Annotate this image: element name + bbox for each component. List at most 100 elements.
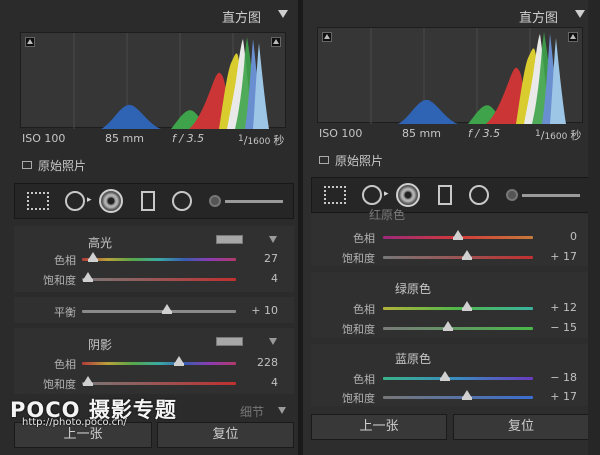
adjustment-brush-slider[interactable]: [522, 194, 580, 197]
crop-overlay-icon[interactable]: [27, 192, 49, 210]
reset-button[interactable]: 复位: [157, 422, 294, 448]
exif-aperture: f / 3.5: [468, 127, 501, 140]
shadows-collapse-icon[interactable]: [269, 338, 277, 345]
red-hue-label: 色相: [353, 232, 375, 245]
green-saturation-slider[interactable]: [383, 327, 533, 330]
red-saturation-slider[interactable]: [383, 256, 533, 259]
shadows-color-swatch[interactable]: [216, 337, 243, 346]
highlights-hue-knob[interactable]: [87, 252, 98, 262]
blue-primary-title: 蓝原色: [395, 352, 432, 366]
green-hue-slider[interactable]: [383, 307, 533, 310]
red-saturation-knob[interactable]: [462, 250, 472, 260]
balance-slider[interactable]: [82, 310, 236, 313]
green-saturation-label: 饱和度: [342, 323, 375, 336]
original-photo-checkbox[interactable]: [22, 161, 32, 169]
highlight-clipping-icon[interactable]: [568, 32, 578, 42]
red-eye-icon[interactable]: [99, 189, 123, 213]
exif-aperture: f / 3.5: [172, 132, 205, 145]
spot-arrow-icon: ▸: [87, 195, 92, 205]
detail-collapse-icon[interactable]: [278, 407, 286, 414]
shadows-hue-slider[interactable]: [82, 362, 236, 365]
red-hue-knob[interactable]: [453, 230, 463, 240]
red-hue-value[interactable]: 0: [541, 230, 577, 243]
red-saturation-label: 饱和度: [342, 252, 375, 265]
histogram-graph: [370, 28, 566, 124]
highlights-hue-slider[interactable]: [82, 258, 236, 261]
highlights-title: 高光: [88, 236, 113, 250]
exif-iso: ISO 100: [319, 127, 363, 140]
tool-strip: ▸: [311, 177, 589, 213]
reset-button[interactable]: 复位: [453, 414, 589, 440]
spot-removal-icon[interactable]: [65, 191, 85, 211]
blue-hue-knob[interactable]: [439, 371, 450, 381]
shadows-hue-value[interactable]: 228: [246, 356, 278, 369]
window-edge: [588, 0, 600, 455]
original-photo-checkbox[interactable]: [319, 156, 329, 164]
spot-arrow-icon: ▸: [384, 189, 389, 199]
highlights-saturation-knob[interactable]: [83, 272, 94, 282]
green-hue-knob[interactable]: [462, 301, 472, 311]
shadow-clipping-icon[interactable]: [322, 32, 332, 42]
highlights-hue-value[interactable]: 27: [246, 252, 278, 265]
shadows-saturation-value[interactable]: 4: [246, 376, 278, 389]
radial-filter-icon[interactable]: [172, 191, 192, 211]
green-hue-value[interactable]: + 12: [541, 301, 577, 314]
green-hue-label: 色相: [353, 303, 375, 316]
balance-value[interactable]: + 10: [246, 304, 278, 317]
crop-overlay-icon[interactable]: [324, 186, 346, 204]
blue-hue-slider[interactable]: [383, 377, 533, 380]
highlights-saturation-label: 饱和度: [43, 274, 76, 287]
watermark-url: http://photo.poco.cn/: [22, 417, 127, 428]
blue-hue-value[interactable]: − 18: [541, 371, 577, 384]
highlights-collapse-icon[interactable]: [269, 236, 277, 243]
exif-shutter: 1/1600 秒: [535, 127, 581, 143]
blue-saturation-value[interactable]: + 17: [541, 390, 577, 403]
shadows-saturation-slider[interactable]: [82, 382, 236, 385]
highlights-color-swatch[interactable]: [216, 235, 243, 244]
shadows-title: 阴影: [88, 338, 113, 352]
spot-removal-icon[interactable]: [362, 185, 382, 205]
shadows-hue-knob[interactable]: [174, 356, 185, 366]
balance-knob[interactable]: [161, 304, 172, 314]
graduated-filter-icon[interactable]: [141, 191, 155, 211]
camera-calibration-blue: 蓝原色 色相 − 18 饱和度 + 17: [311, 344, 589, 406]
blue-saturation-slider[interactable]: [383, 396, 533, 399]
shutter-unit: 秒: [570, 129, 582, 142]
shutter-unit: 秒: [273, 134, 285, 147]
shutter-denominator: 1600: [247, 137, 271, 147]
original-photo-label: 原始照片: [335, 154, 384, 168]
shutter-denominator: 1600: [544, 132, 568, 142]
radial-filter-icon[interactable]: [469, 185, 489, 205]
adjustment-brush-slider[interactable]: [225, 200, 283, 203]
green-saturation-value[interactable]: − 15: [541, 321, 577, 334]
previous-button[interactable]: 上一张: [311, 414, 447, 440]
shadows-hue-label: 色相: [54, 358, 76, 371]
green-saturation-knob[interactable]: [442, 321, 453, 331]
shadows-saturation-label: 饱和度: [43, 378, 76, 391]
shadows-saturation-knob[interactable]: [83, 376, 94, 386]
red-primary-title: 红原色: [369, 208, 406, 222]
collapse-histogram-icon[interactable]: [575, 10, 585, 18]
adjustment-brush-icon[interactable]: [506, 189, 518, 201]
split-toning-shadows: 阴影 色相 228 饱和度 4: [14, 328, 294, 394]
red-eye-icon[interactable]: [396, 183, 420, 207]
histogram: [20, 32, 286, 129]
histogram-graph: [73, 33, 269, 129]
tool-strip: ▸: [14, 183, 294, 219]
highlight-clipping-icon[interactable]: [271, 37, 281, 47]
split-toning-balance: 平衡 + 10: [14, 297, 294, 323]
histogram-title: 直方图: [519, 11, 559, 26]
original-photo-label: 原始照片: [38, 159, 87, 173]
camera-calibration-red: 红原色 色相 0 饱和度 + 17: [311, 208, 589, 266]
highlights-saturation-slider[interactable]: [82, 278, 236, 281]
blue-saturation-knob[interactable]: [462, 390, 472, 400]
detail-section-title[interactable]: 细节: [240, 403, 264, 420]
collapse-histogram-icon[interactable]: [278, 10, 288, 18]
histogram: [317, 27, 583, 124]
graduated-filter-icon[interactable]: [438, 185, 452, 205]
highlights-saturation-value[interactable]: 4: [246, 272, 278, 285]
red-saturation-value[interactable]: + 17: [541, 250, 577, 263]
adjustment-brush-icon[interactable]: [209, 195, 221, 207]
shadow-clipping-icon[interactable]: [25, 37, 35, 47]
blue-hue-label: 色相: [353, 373, 375, 386]
